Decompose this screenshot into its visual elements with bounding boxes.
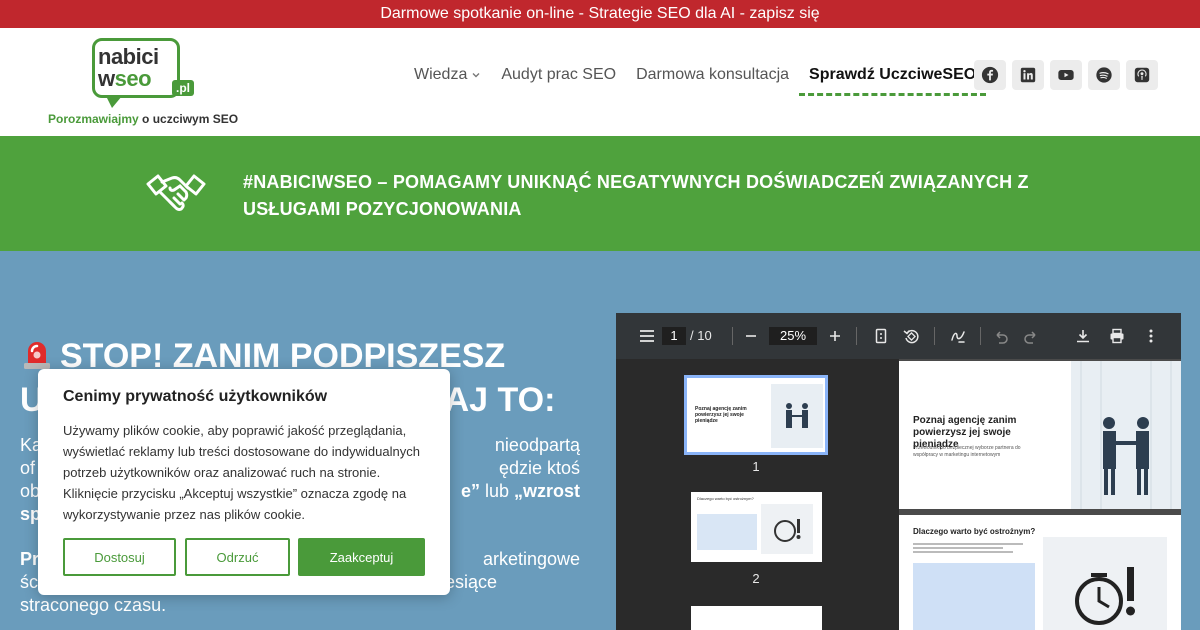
facebook-icon bbox=[981, 66, 999, 84]
draw-icon[interactable] bbox=[949, 327, 967, 345]
thumbnail-number-2: 2 bbox=[752, 571, 760, 586]
banner-text: #NABICIWSEO – POMAGAMY UNIKNĄĆ NEGATYWNY… bbox=[243, 172, 1029, 219]
pdf-zoom-input[interactable]: 25% bbox=[769, 327, 817, 345]
pdf-toolbar: 1 / 10 25% bbox=[616, 313, 1181, 359]
print-icon[interactable] bbox=[1108, 327, 1126, 345]
thumbnail-page-2[interactable]: Dlaczego warto być ostrożnym? bbox=[691, 492, 822, 562]
logo-tagline: Porozmawiajmy o uczciwym SEO bbox=[48, 112, 239, 126]
accept-button[interactable]: Zaakceptuj bbox=[298, 538, 425, 576]
page1-illustration bbox=[1071, 361, 1181, 509]
youtube-icon bbox=[1058, 70, 1074, 80]
pdf-page-2: Dlaczego warto być ostrożnym? bbox=[899, 515, 1181, 630]
page2-title: Dlaczego warto być ostrożnym? bbox=[913, 527, 1036, 536]
handshake-icon bbox=[146, 174, 206, 211]
linkedin-icon bbox=[1020, 67, 1036, 83]
announcement-text[interactable]: Darmowe spotkanie on-line - Strategie SE… bbox=[380, 5, 819, 23]
nav-item-wiedza[interactable]: Wiedza bbox=[414, 66, 481, 84]
cookie-dialog-title: Cenimy prywatność użytkowników bbox=[63, 388, 328, 405]
pdf-page-1: Poznaj agencję zanim powierzysz jej swoj… bbox=[899, 361, 1181, 509]
page2-illustration bbox=[1043, 537, 1167, 630]
pdf-page-total: / 10 bbox=[690, 328, 712, 343]
main-nav: Wiedza Audyt prac SEO Darmowa konsultacj… bbox=[414, 66, 996, 96]
pdf-thumbnail-sidebar: Poznaj agencję zanim powierzysz jej swoj… bbox=[616, 359, 899, 630]
thumbnail-page-1[interactable]: Poznaj agencję zanim powierzysz jej swoj… bbox=[684, 375, 828, 455]
pdf-viewer[interactable]: 1 / 10 25% Poznaj agencję zanim powierzy… bbox=[616, 313, 1181, 630]
spotify-button[interactable] bbox=[1088, 60, 1120, 90]
social-links bbox=[974, 60, 1158, 90]
menu-icon[interactable] bbox=[638, 327, 656, 345]
cookie-dialog-text: Używamy plików cookie, aby poprawić jako… bbox=[63, 423, 420, 522]
page1-subtitle: Przewodnik po bezpiecznej wyborze partne… bbox=[913, 445, 1021, 458]
toolbar-divider bbox=[732, 327, 733, 345]
customize-button[interactable]: Dostosuj bbox=[63, 538, 176, 576]
youtube-button[interactable] bbox=[1050, 60, 1082, 90]
toolbar-divider bbox=[934, 327, 935, 345]
chevron-down-icon bbox=[472, 73, 480, 78]
announcement-bar[interactable]: Darmowe spotkanie on-line - Strategie SE… bbox=[0, 0, 1200, 28]
podcast-icon bbox=[1134, 67, 1150, 83]
fit-page-icon[interactable] bbox=[872, 327, 890, 345]
nav-item-konsultacja[interactable]: Darmowa konsultacja bbox=[636, 66, 789, 84]
nav-item-audyt[interactable]: Audyt prac SEO bbox=[501, 66, 616, 84]
toolbar-divider bbox=[856, 327, 857, 345]
site-header: nabici wseo .pl Porozmawiajmy o uczciwym… bbox=[0, 28, 1200, 136]
alarm-siren-icon bbox=[24, 342, 50, 369]
download-icon[interactable] bbox=[1074, 327, 1092, 345]
podcast-button[interactable] bbox=[1126, 60, 1158, 90]
redo-icon[interactable] bbox=[1022, 327, 1040, 345]
undo-icon[interactable] bbox=[992, 327, 1010, 345]
nav-item-uczciweseo[interactable]: Sprawdź UczciweSEO bbox=[799, 66, 987, 96]
site-logo[interactable]: nabici wseo .pl Porozmawiajmy o uczciwym… bbox=[48, 36, 248, 131]
pdf-page-view: Poznaj agencję zanim powierzysz jej swoj… bbox=[899, 359, 1181, 630]
logo-word-wseo: wseo bbox=[98, 66, 152, 91]
thumbnail-number-1: 1 bbox=[752, 459, 760, 474]
spotify-icon bbox=[1096, 67, 1112, 83]
toolbar-divider bbox=[980, 327, 981, 345]
more-options-icon[interactable] bbox=[1142, 327, 1160, 345]
facebook-button[interactable] bbox=[974, 60, 1006, 90]
rotate-icon[interactable] bbox=[902, 327, 920, 345]
linkedin-button[interactable] bbox=[1012, 60, 1044, 90]
page2-info-box bbox=[913, 563, 1035, 630]
mission-banner: #NABICIWSEO – POMAGAMY UNIKNĄĆ NEGATYWNY… bbox=[0, 136, 1200, 251]
logo-tld-badge: .pl bbox=[172, 80, 194, 96]
cookie-consent-dialog: Cenimy prywatność użytkowników Używamy p… bbox=[38, 369, 450, 595]
pdf-page-input[interactable]: 1 bbox=[662, 327, 686, 345]
zoom-out-icon[interactable] bbox=[742, 327, 760, 345]
thumbnail-page-3[interactable] bbox=[691, 606, 822, 630]
reject-button[interactable]: Odrzuć bbox=[185, 538, 290, 576]
thumbnail-illustration bbox=[771, 384, 823, 448]
zoom-in-icon[interactable] bbox=[826, 327, 844, 345]
logo-bubble-tail bbox=[106, 96, 122, 108]
